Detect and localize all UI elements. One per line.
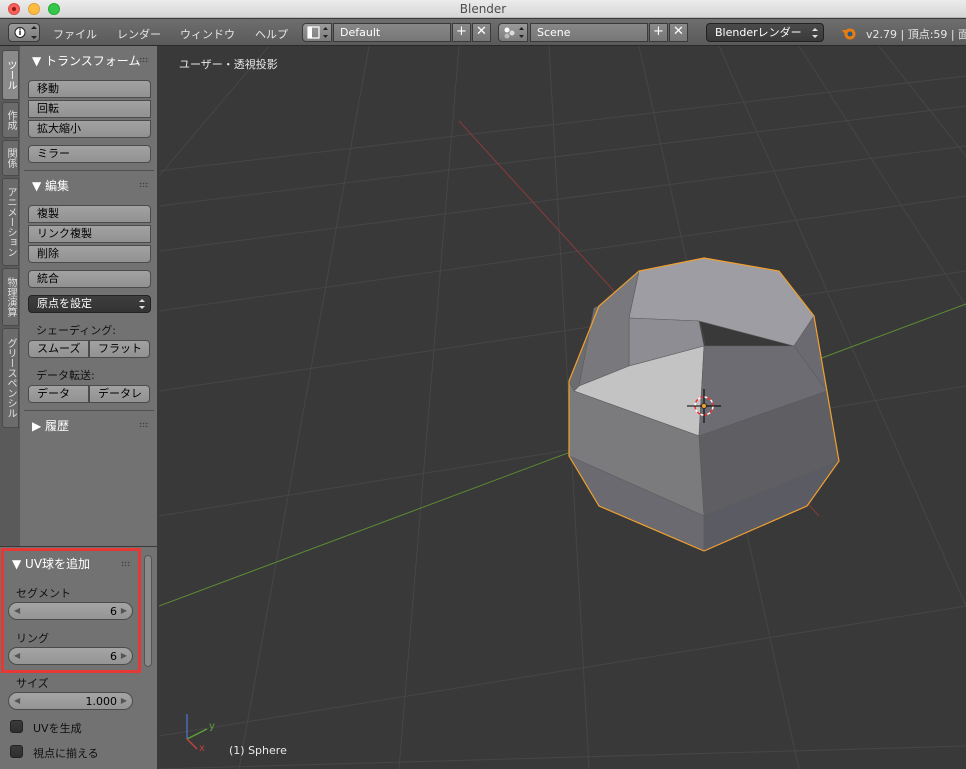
size-value: 1.000 xyxy=(85,695,118,708)
join-button[interactable]: 統合 xyxy=(28,270,151,288)
viewport-view-label: ユーザー・透視投影 xyxy=(179,58,278,71)
menu-help[interactable]: ヘルプ xyxy=(255,26,288,42)
increment-arrow-icon[interactable]: ▶ xyxy=(121,606,127,615)
shade-flat-button[interactable]: フラット xyxy=(89,340,150,358)
viewport-scene: y x xyxy=(159,46,966,769)
size-field[interactable]: ◀ 1.000 ▶ xyxy=(8,692,133,710)
set-origin-dropdown[interactable]: 原点を設定 xyxy=(28,295,151,313)
window-title: Blender xyxy=(459,2,507,16)
tab-grease-pencil[interactable]: グリースペンシル xyxy=(2,328,19,428)
segments-label: セグメント xyxy=(16,587,71,600)
rings-field[interactable]: ◀ 6 ▶ xyxy=(8,647,133,665)
axis-gizmo: y x xyxy=(186,714,215,754)
add-scene-icon[interactable]: + xyxy=(649,23,668,42)
tab-relations[interactable]: 関係 xyxy=(2,140,19,176)
rotate-button[interactable]: 回転 xyxy=(28,100,151,118)
tab-physics[interactable]: 物理演算 xyxy=(2,268,19,326)
panel-divider xyxy=(24,170,154,171)
data-transfer-button[interactable]: データ xyxy=(28,385,89,403)
editor-type-button[interactable] xyxy=(8,23,40,42)
segments-value: 6 xyxy=(110,605,117,618)
shading-label: シェーディング: xyxy=(36,324,116,337)
decrement-arrow-icon[interactable]: ◀ xyxy=(14,651,20,660)
info-icon xyxy=(14,26,37,39)
delete-scene-icon[interactable]: ✕ xyxy=(669,23,688,42)
segments-field[interactable]: ◀ 6 ▶ xyxy=(8,602,133,620)
add-uv-sphere-title[interactable]: ▼ UV球を追加 xyxy=(12,555,90,572)
screen-layout-name[interactable]: Default xyxy=(333,23,451,42)
history-panel-title[interactable]: ▶ 履歴 xyxy=(32,417,69,434)
panel-grip-icon[interactable] xyxy=(139,57,149,62)
shade-smooth-button[interactable]: スムーズ xyxy=(28,340,89,358)
translate-button[interactable]: 移動 xyxy=(28,80,151,98)
scene-name[interactable]: Scene xyxy=(530,23,648,42)
tool-shelf-tabs: ツール 作成 関係 アニメーション 物理演算 グリースペンシル xyxy=(0,46,20,546)
increment-arrow-icon[interactable]: ▶ xyxy=(121,696,127,705)
redo-operator-panel: ▼ UV球を追加 セグメント ◀ 6 ▶ リング ◀ 6 ▶ サイズ ◀ 1.0… xyxy=(0,546,158,769)
edit-panel-title[interactable]: ▼ 編集 xyxy=(32,177,69,194)
updown-arrow-icon xyxy=(139,299,145,309)
panel-scrollbar[interactable] xyxy=(144,555,152,667)
scene-selector[interactable] xyxy=(498,23,528,42)
scale-button[interactable]: 拡大縮小 xyxy=(28,120,151,138)
menu-file[interactable]: ファイル xyxy=(53,26,97,42)
set-origin-label: 原点を設定 xyxy=(37,297,92,310)
updown-arrow-icon xyxy=(812,28,818,38)
data-transfer-layout-button[interactable]: データレ xyxy=(89,385,150,403)
active-object-label: (1) Sphere xyxy=(229,744,287,757)
delete-screen-icon[interactable]: ✕ xyxy=(472,23,491,42)
gizmo-y-label: y xyxy=(209,721,215,732)
layout-icon xyxy=(307,26,328,39)
blender-logo-icon xyxy=(842,28,856,40)
rings-label: リング xyxy=(16,632,49,645)
decrement-arrow-icon[interactable]: ◀ xyxy=(14,696,20,705)
increment-arrow-icon[interactable]: ▶ xyxy=(121,651,127,660)
render-engine-label: Blenderレンダー xyxy=(715,26,802,39)
panel-grip-icon[interactable] xyxy=(139,422,149,427)
tool-shelf: ▼ トランスフォーム 移動 回転 拡大縮小 ミラー ▼ 編集 複製 リンク複製 … xyxy=(20,46,158,546)
panel-divider xyxy=(24,410,154,411)
tab-create[interactable]: 作成 xyxy=(2,102,19,138)
info-header: ファイル レンダー ウィンドウ ヘルプ Default + ✕ Scene + … xyxy=(0,19,966,46)
tab-tools[interactable]: ツール xyxy=(2,50,19,100)
3d-viewport[interactable]: y x ユーザー・透視投影 (1) Sphere xyxy=(159,46,966,769)
window-titlebar: Blender xyxy=(0,0,966,18)
decrement-arrow-icon[interactable]: ◀ xyxy=(14,606,20,615)
data-transfer-label: データ転送: xyxy=(36,369,95,382)
generate-uvs-label: UVを生成 xyxy=(33,722,82,735)
floor-grid xyxy=(159,46,966,769)
add-screen-icon[interactable]: + xyxy=(452,23,471,42)
size-label: サイズ xyxy=(16,677,49,690)
menu-render[interactable]: レンダー xyxy=(117,26,161,42)
screen-layout-selector[interactable] xyxy=(302,23,332,42)
panel-grip-icon[interactable] xyxy=(139,182,149,187)
transform-panel-title[interactable]: ▼ トランスフォーム xyxy=(32,52,140,69)
render-engine-dropdown[interactable]: Blenderレンダー xyxy=(706,23,824,42)
menu-window[interactable]: ウィンドウ xyxy=(180,26,235,42)
mirror-button[interactable]: ミラー xyxy=(28,145,151,163)
duplicate-linked-button[interactable]: リンク複製 xyxy=(28,225,151,243)
y-axis-line xyxy=(159,303,966,607)
scene-icon xyxy=(504,27,524,39)
gizmo-x-label: x xyxy=(199,743,205,754)
delete-button[interactable]: 削除 xyxy=(28,245,151,263)
align-to-view-checkbox[interactable] xyxy=(10,745,23,758)
generate-uvs-checkbox[interactable] xyxy=(10,720,23,733)
duplicate-button[interactable]: 複製 xyxy=(28,205,151,223)
scene-stats: v2.79 | 頂点:59 | 面 xyxy=(866,28,966,41)
tab-animation[interactable]: アニメーション xyxy=(2,178,19,266)
panel-grip-icon[interactable] xyxy=(121,561,131,566)
align-to-view-label: 視点に揃える xyxy=(33,747,99,760)
rings-value: 6 xyxy=(110,650,117,663)
